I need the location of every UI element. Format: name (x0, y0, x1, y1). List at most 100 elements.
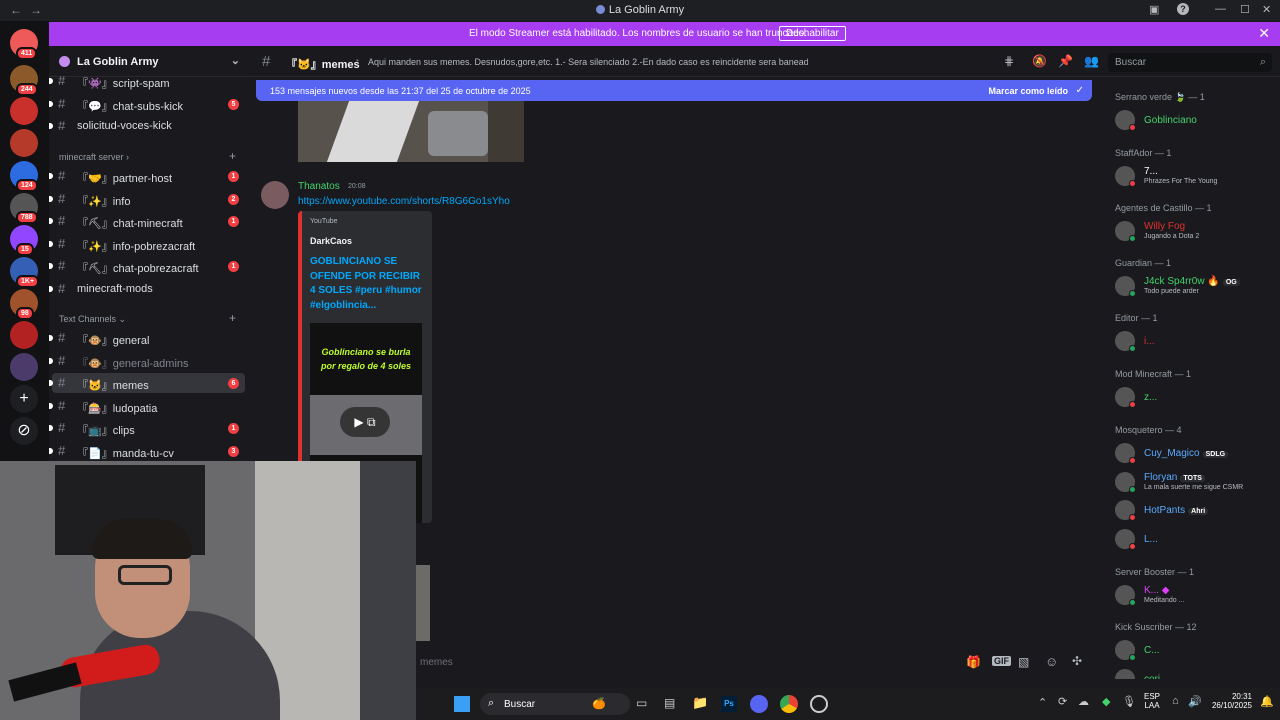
channel-item[interactable]: # 『📄』manda-tu-cv 3 (49, 441, 245, 461)
channel-item[interactable]: # 『🐱』memes 6 (49, 373, 245, 394)
tray-chevron-icon[interactable]: ⌃ (1038, 696, 1047, 709)
server-badge: 788 (16, 211, 38, 224)
channel-hash-icon: # (58, 118, 66, 133)
disable-streamer-button[interactable]: Deshabilitar (779, 26, 846, 41)
app-icon[interactable] (810, 695, 828, 713)
server-icon-2[interactable] (10, 97, 38, 125)
file-explorer-icon[interactable]: 📁 (692, 695, 708, 711)
member-item[interactable]: cori (1115, 668, 1275, 679)
member-item[interactable]: Goblinciano (1115, 109, 1275, 133)
channel-item[interactable]: # 『🤝』partner-host 1 (49, 166, 245, 186)
role-header: Mosquetero — 4 (1115, 425, 1182, 435)
apps-icon[interactable]: ✣ (1072, 654, 1082, 668)
message-author[interactable]: Thanatos (298, 181, 340, 192)
language-indicator[interactable]: ESP LAA (1144, 692, 1160, 710)
channel-item[interactable]: # minecraft-mods (49, 279, 245, 299)
server-icon-0[interactable]: 411 (10, 29, 38, 60)
network-icon[interactable]: ⌂ (1172, 695, 1179, 707)
channel-topic[interactable]: Aqui manden sus memes. Desnudos,gore,etc… (368, 57, 808, 67)
image-attachment-partial[interactable] (416, 565, 430, 641)
mention-count: 1 (228, 216, 239, 228)
search-input[interactable]: Buscar ⌕ (1108, 53, 1272, 72)
category-minecraft[interactable]: minecraft server › (59, 152, 129, 162)
windows-taskbar: ⌕ Buscar 🍊 ▭ ▤ 📁 Ps ⌃ ⟳ ☁ ◆ 🎙 ESP LAA ⌂ 🔊… (416, 688, 1280, 720)
play-icon[interactable]: ▶ ⧉ (340, 407, 390, 437)
server-icon-6[interactable]: 15 (10, 225, 38, 256)
channel-item[interactable]: # 『⛏』chat-minecraft 1 (49, 211, 245, 231)
close-banner-icon[interactable]: ✕ (1258, 25, 1270, 42)
photoshop-icon[interactable]: Ps (721, 696, 737, 712)
gif-icon[interactable]: GIF (992, 656, 1011, 666)
add-channel-icon[interactable]: + (229, 149, 236, 163)
member-item[interactable]: C... (1115, 639, 1275, 663)
channel-item[interactable]: # solicitud-voces-kick (49, 116, 245, 136)
channel-item[interactable]: # 『🐵』general (49, 328, 245, 348)
clock[interactable]: 20:31 26/10/2025 (1210, 692, 1252, 710)
maximize-icon[interactable]: ☐ (1240, 3, 1250, 16)
member-item[interactable]: K... ◆ Meditando ... (1115, 584, 1275, 608)
gift-icon[interactable]: 🎁 (966, 655, 981, 669)
add-channel-icon[interactable]: + (229, 311, 236, 325)
avatar[interactable] (261, 181, 289, 209)
chevron-down-icon[interactable]: ⌄ (231, 54, 240, 67)
search-placeholder: Buscar (1115, 57, 1147, 68)
taskbar-search[interactable]: ⌕ Buscar 🍊 (480, 693, 630, 715)
tray-app-icon[interactable]: ◆ (1102, 695, 1110, 708)
message-link[interactable]: https://www.youtube.com/shorts/R8G6Go1sY… (298, 196, 510, 207)
previous-image-attachment[interactable] (298, 101, 524, 162)
threads-icon[interactable]: ⋕ (1004, 54, 1014, 68)
server-icon-4[interactable]: 124 (10, 161, 38, 192)
notification-muted-icon[interactable]: 🔕 (1032, 54, 1047, 68)
member-list-icon[interactable]: 👥 (1084, 54, 1099, 68)
unread-indicator (49, 218, 53, 225)
embed-author[interactable]: DarkCaos (310, 236, 352, 246)
sticker-icon[interactable]: ▧ (1018, 655, 1029, 669)
add-server-icon[interactable]: + (10, 385, 38, 413)
server-icon-5[interactable]: 788 (10, 193, 38, 224)
member-item[interactable]: HotPants Ahri (1115, 499, 1275, 523)
channel-item[interactable]: # 『🐵』general-admins (49, 351, 245, 371)
channel-item[interactable]: # 『✨』info-pobrezacraft (49, 234, 245, 254)
close-icon[interactable]: ✕ (1262, 3, 1271, 16)
channel-item[interactable]: # 『⛏』chat-pobrezacraft 1 (49, 256, 245, 276)
server-icon-1[interactable]: 244 (10, 65, 38, 96)
widgets-icon[interactable]: ▤ (664, 696, 675, 710)
mark-as-read-button[interactable]: Marcar como leído (988, 86, 1068, 96)
emoji-icon[interactable]: ☺ (1045, 654, 1058, 669)
notifications-icon[interactable]: 🔔 (1260, 695, 1274, 708)
channel-item[interactable]: # 『💬』chat-subs-kick 5 (49, 94, 245, 114)
channel-item[interactable]: # 『👾』script-spam (49, 71, 245, 91)
member-item[interactable]: Cuy_Magico SDLG (1115, 442, 1275, 466)
server-icon-10[interactable] (10, 353, 38, 381)
chrome-icon[interactable] (780, 695, 798, 713)
server-icon-7[interactable]: 1K+ (10, 257, 40, 288)
channel-item[interactable]: # 『🎰』ludopatia (49, 396, 245, 416)
server-icon-3[interactable] (10, 129, 38, 157)
inbox-icon[interactable]: ▣ (1149, 3, 1159, 16)
member-item[interactable]: Willy Fog Jugando a Dota 2 (1115, 220, 1275, 244)
discord-taskbar-icon[interactable] (750, 695, 768, 713)
member-item[interactable]: Floryan TOTS La mala suerte me sigue CSMR (1115, 471, 1275, 495)
pinned-icon[interactable]: 📌 (1058, 54, 1073, 68)
channel-item[interactable]: # 『✨』info 2 (49, 189, 245, 209)
channel-item[interactable]: # 『📺』clips 1 (49, 418, 245, 438)
cloud-icon[interactable]: ☁ (1078, 695, 1089, 708)
task-view-icon[interactable]: ▭ (636, 696, 647, 710)
minimize-icon[interactable]: — (1215, 3, 1226, 15)
member-item[interactable]: L... (1115, 528, 1275, 552)
explore-icon[interactable]: ⊘ (10, 417, 38, 445)
help-icon[interactable]: ? (1177, 3, 1189, 15)
server-icon-8[interactable]: 98 (10, 289, 38, 320)
new-messages-bar[interactable]: 153 mensajes nuevos desde las 21:37 del … (256, 80, 1092, 101)
category-text-channels[interactable]: Text Channels ⌄ (59, 314, 126, 325)
member-item[interactable]: i... (1115, 330, 1275, 354)
server-icon-9[interactable] (10, 321, 38, 349)
microphone-icon[interactable]: 🎙 (1122, 695, 1136, 708)
volume-icon[interactable]: 🔊 (1188, 695, 1202, 708)
member-item[interactable]: J4ck Sp4rr0w 🔥 OG Todo puede arder (1115, 275, 1275, 299)
sync-icon[interactable]: ⟳ (1058, 695, 1067, 708)
member-item[interactable]: 7... Phrazes For The Young (1115, 165, 1275, 189)
member-item[interactable]: z... (1115, 386, 1275, 410)
windows-start-icon[interactable] (454, 696, 470, 712)
embed-title[interactable]: GOBLINCIANO SE OFENDE POR RECIBIR 4 SOLE… (310, 255, 424, 313)
